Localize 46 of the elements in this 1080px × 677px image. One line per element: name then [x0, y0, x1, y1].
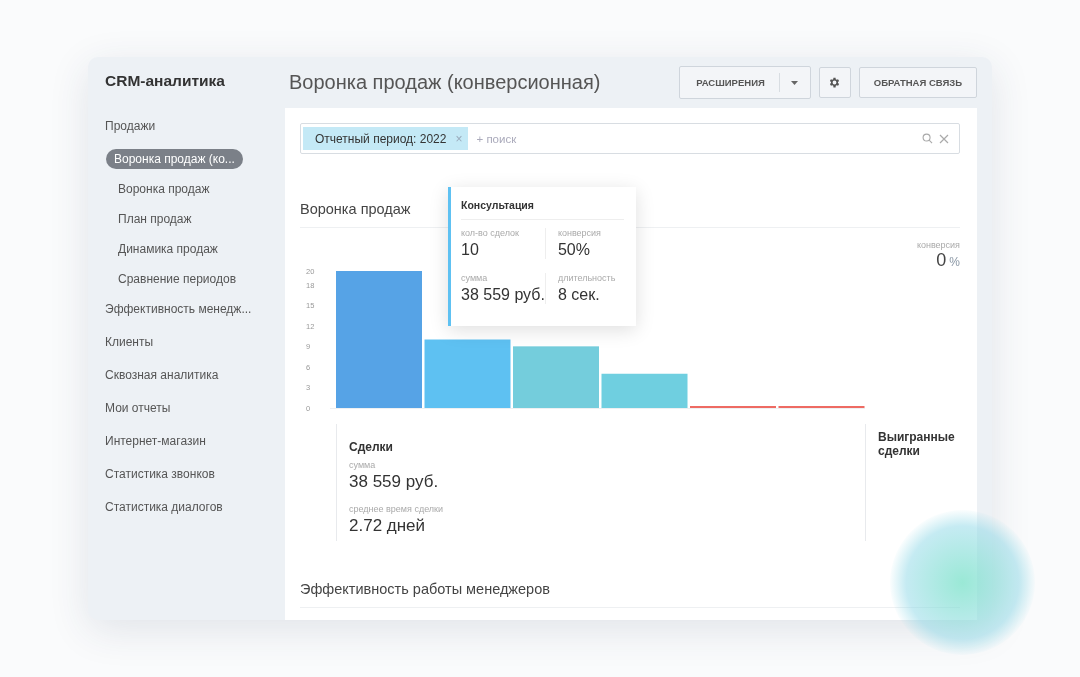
sidebar-item[interactable]: Сквозная аналитика — [105, 365, 219, 385]
caret-icon — [791, 80, 799, 85]
stat-value: 38 559 руб. — [349, 472, 440, 492]
funnel-bar[interactable] — [336, 271, 422, 408]
stat-value: 38 559 руб. — [461, 286, 545, 304]
sidebar-item[interactable]: Эффективность менедж... — [105, 299, 252, 319]
app-title: CRM-аналитика — [105, 72, 226, 90]
sidebar-item[interactable]: Интернет-магазин — [105, 431, 206, 451]
filter-tag-label: Отчетный период: 2022 — [315, 131, 447, 146]
funnel-bar[interactable] — [513, 346, 599, 408]
sidebar-item[interactable]: Мои отчеты — [105, 398, 171, 418]
funnel-bar[interactable] — [601, 373, 688, 408]
search-field[interactable]: Отчетный период: 2022 × + поиск — [300, 123, 960, 154]
sidebar-item[interactable]: Статистика диалогов — [105, 497, 223, 517]
page-title: Воронка продаж (конверсионная) — [289, 71, 602, 94]
sidebar-subitem[interactable]: План продаж — [105, 209, 192, 229]
sidebar-item[interactable]: Клиенты — [105, 332, 154, 352]
sidebar-subitem[interactable]: Динамика продаж — [105, 239, 218, 259]
stat-label: кол-во сделок — [461, 228, 521, 238]
stat-value: 50% — [557, 241, 591, 259]
sidebar-subitem[interactable]: Сравнение периодов — [105, 269, 237, 289]
close-icon[interactable] — [939, 133, 949, 144]
summary-title: Сделки — [349, 440, 394, 454]
stat-label: длительность — [557, 273, 617, 283]
stat-label: среднее время сделки — [349, 504, 445, 514]
sidebar-subitem[interactable]: Воронка продаж (ко... — [106, 149, 243, 169]
sidebar-item[interactable]: Статистика звонков — [105, 464, 215, 484]
won-title: Выигранные сделки — [878, 430, 956, 459]
settings-button[interactable] — [818, 67, 851, 98]
extensions-button[interactable]: РАСШИРЕНИЯ — [680, 73, 780, 92]
tooltip-title: Консультация — [461, 199, 624, 220]
section-title: Эффективность работы менеджеров — [300, 581, 960, 608]
stat-value: 8 сек. — [557, 286, 601, 304]
search-icon[interactable] — [922, 133, 933, 144]
stat-value: 2.72 дней — [349, 516, 427, 536]
feedback-button[interactable]: ОБРАТНАЯ СВЯЗЬ — [858, 67, 977, 98]
stat-label: сумма — [461, 273, 489, 283]
stat-value: 10 — [461, 241, 480, 259]
stat-label: сумма — [349, 460, 377, 470]
funnel-bar[interactable] — [424, 339, 511, 408]
conversion-label: конверсия — [916, 240, 960, 250]
conversion-value: 0 % — [936, 250, 960, 271]
sidebar-subitem[interactable]: Воронка продаж — [105, 179, 210, 199]
stat-label: конверсия — [557, 228, 602, 238]
settings-icon — [828, 76, 842, 89]
sidebar-item[interactable]: Продажи — [105, 116, 156, 136]
